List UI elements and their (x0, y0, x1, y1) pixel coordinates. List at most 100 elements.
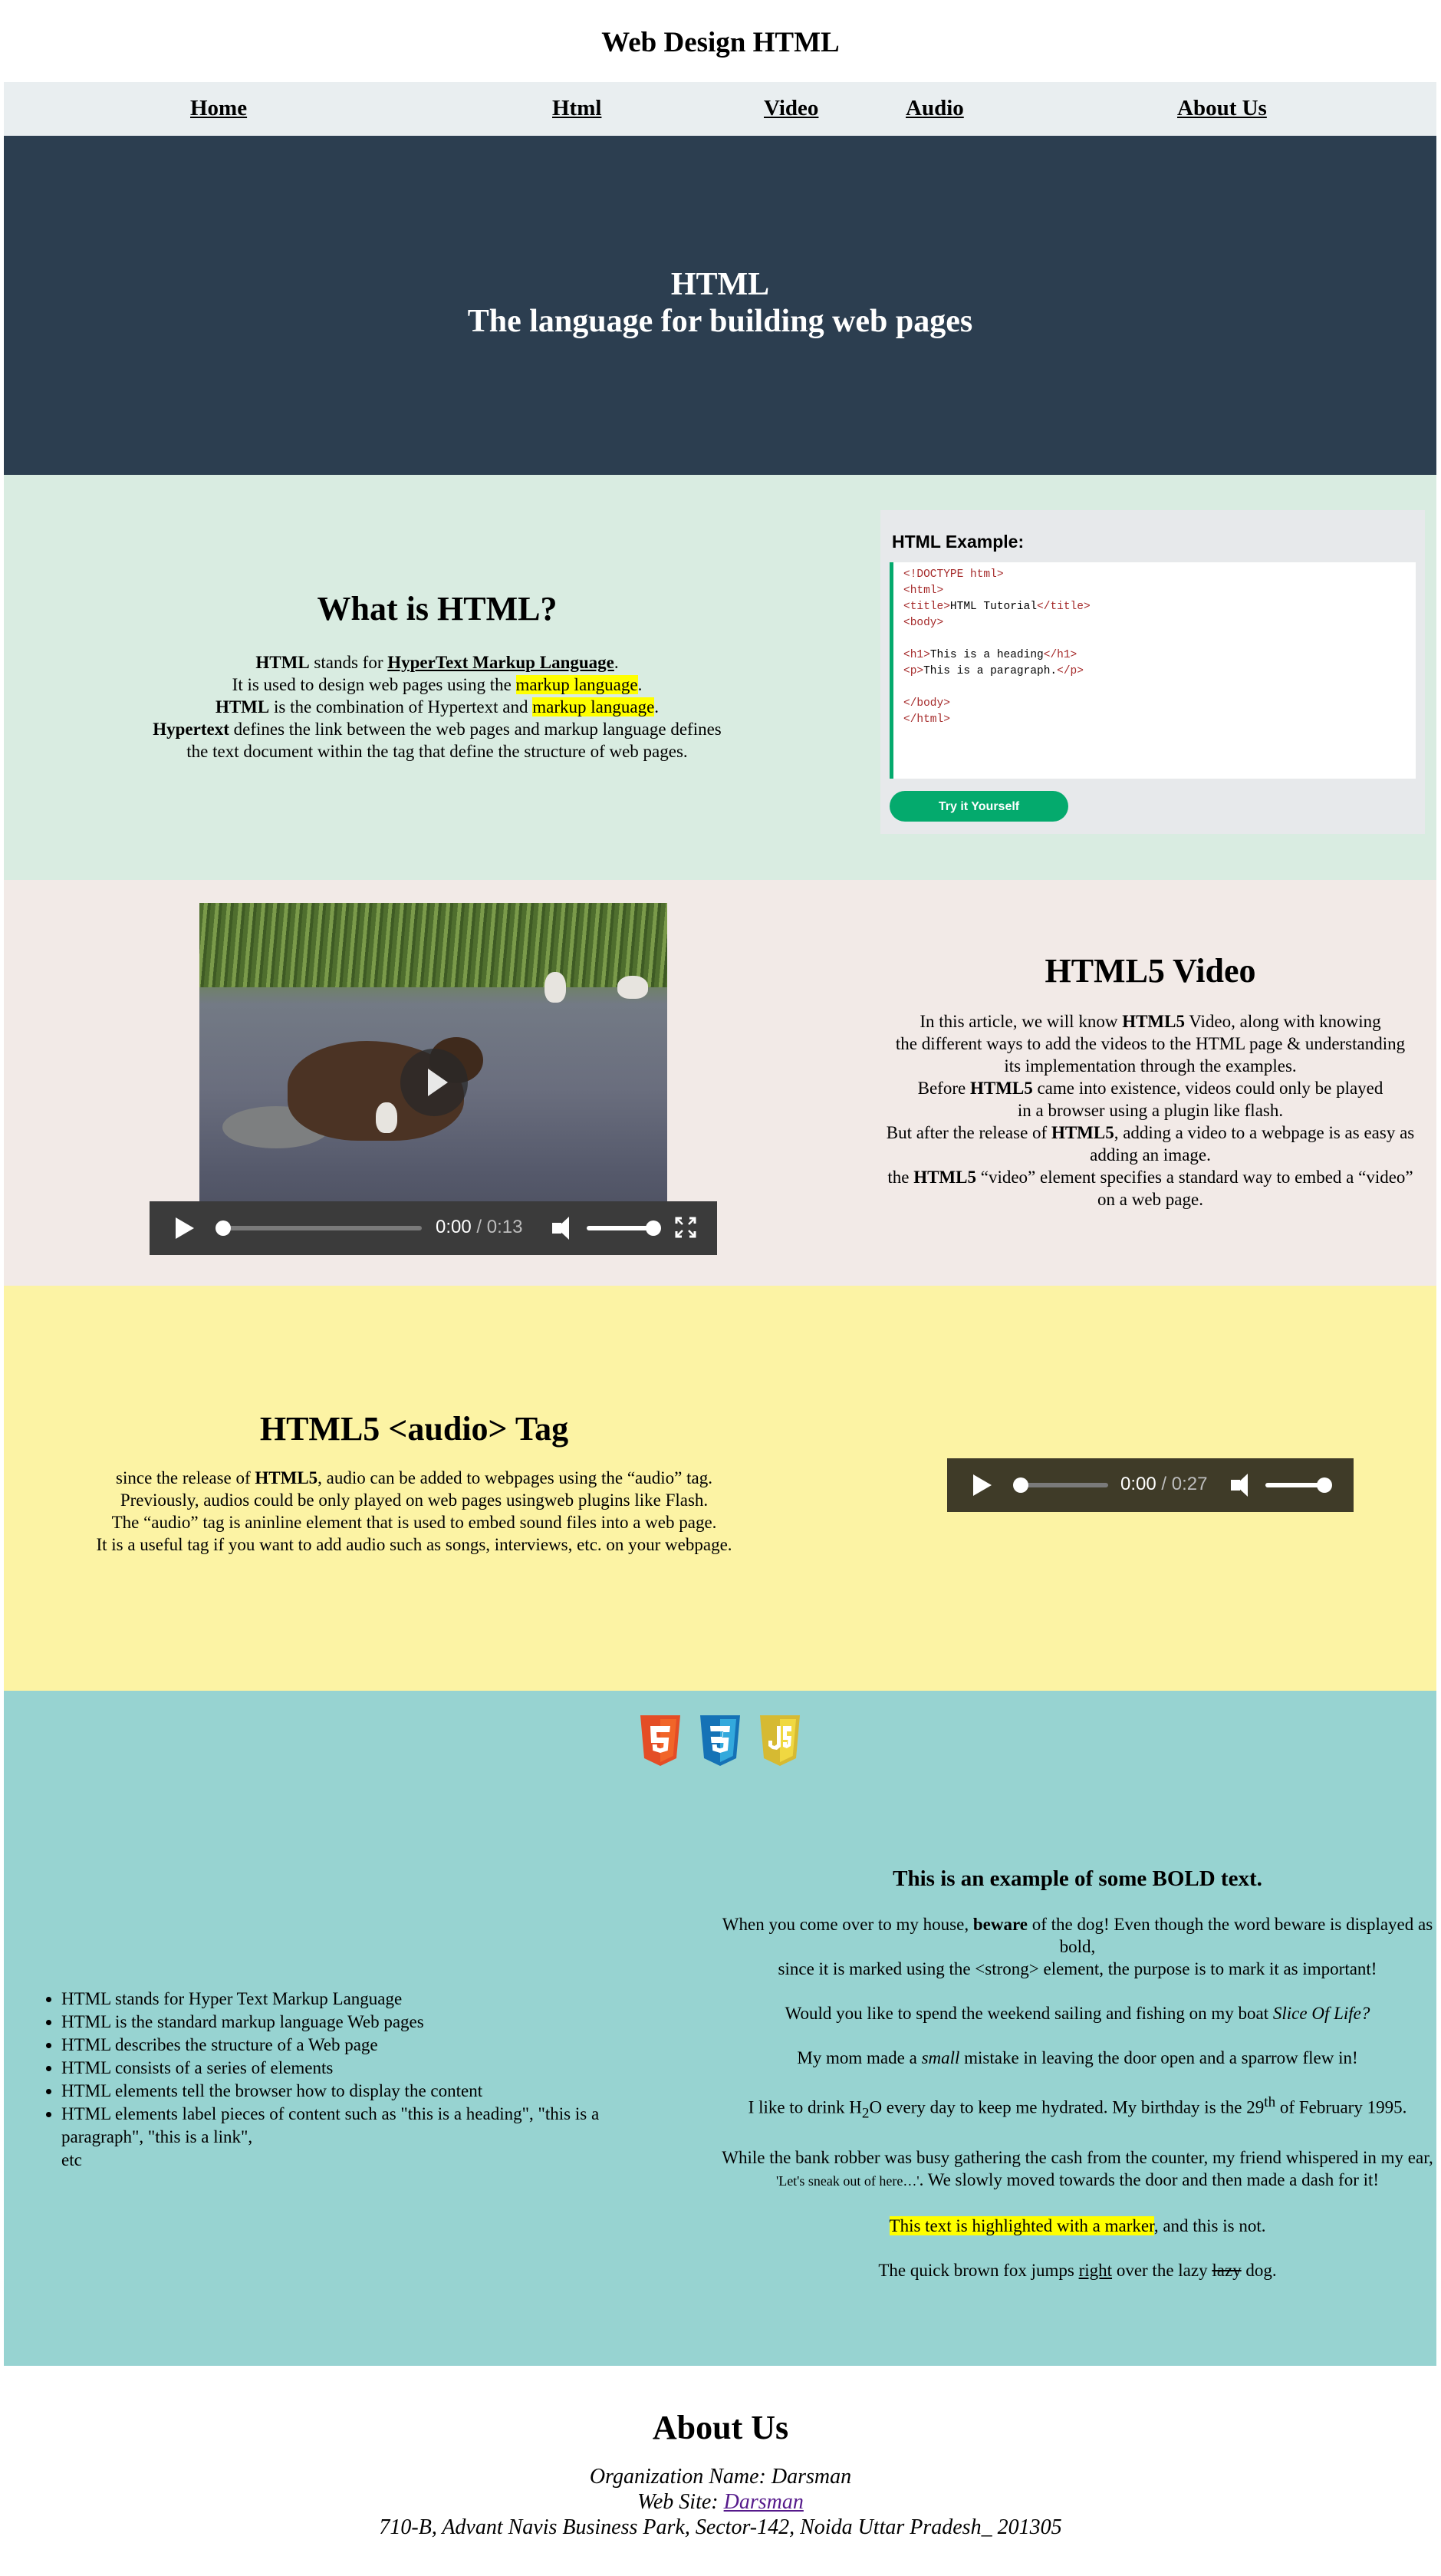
org-name: Organization Name: Darsman (589, 2465, 852, 2489)
what-line-3: HTML is the combination of Hypertext and… (215, 697, 660, 716)
nav-video-link[interactable]: Video (764, 96, 818, 121)
nav-about-link[interactable]: About Us (1177, 96, 1267, 121)
what-line-1: HTML stands for HyperText Markup Languag… (255, 653, 619, 672)
video-section: 0:00 / 0:13 HTML5 Video In this article,… (4, 880, 1436, 1286)
list-trailing-text: etc (61, 2150, 82, 2169)
audio-para-line: since the release of HTML5, audio can be… (116, 1468, 712, 1487)
video-text: HTML5 Video In this article, we will kno… (863, 950, 1438, 1211)
audio-progress-knob[interactable] (1013, 1477, 1028, 1493)
audio-volume-icon[interactable] (1231, 1474, 1248, 1497)
list-item: HTML elements label pieces of content su… (61, 2103, 671, 2149)
javascript-logo-icon (760, 1715, 800, 1766)
sub-sup-example: I like to drink H2O every day to keep me… (748, 2094, 1407, 2122)
video-para-line: adding an image. (1090, 1145, 1211, 1164)
video-seagull (617, 976, 648, 999)
nav-html-link[interactable]: Html (552, 96, 601, 121)
about-section: About Us Organization Name: Darsman Web … (0, 2409, 1441, 2540)
text-formatting-examples: This is an example of some BOLD text. Wh… (721, 1866, 1434, 2304)
audio-heading: HTML5 <audio> Tag (259, 1410, 569, 1448)
site-title: Web Design HTML (601, 27, 840, 58)
list-item: HTML stands for Hyper Text Markup Langua… (61, 1988, 671, 2011)
audio-para-line: The “audio” tag is aninline element that… (111, 1513, 717, 1532)
what-heading: What is HTML? (317, 590, 558, 628)
video-para-line: in a browser using a plugin like flash. (1017, 1101, 1284, 1120)
video-volume-icon[interactable] (552, 1217, 569, 1240)
audio-play-icon[interactable] (973, 1474, 992, 1496)
video-volume-knob[interactable] (646, 1220, 661, 1236)
nav-home-link[interactable]: Home (190, 96, 247, 121)
video-player[interactable] (199, 903, 667, 1240)
video-para-line: the HTML5 “video” element specifies a st… (887, 1168, 1413, 1187)
code-line: <title>HTML Tutorial</title> (903, 601, 1091, 613)
video-heading: HTML5 Video (1045, 952, 1256, 990)
code-line: <!DOCTYPE html> (903, 568, 1004, 581)
audio-volume-knob[interactable] (1317, 1477, 1332, 1493)
video-time: 0:00 / 0:13 (436, 1217, 523, 1237)
code-block: <!DOCTYPE html> <html> <title>HTML Tutoria… (890, 562, 1416, 779)
video-para-line: In this article, we will know HTML5 Vide… (920, 1012, 1381, 1031)
code-line: <h1>This is a heading</h1> (903, 649, 1077, 661)
video-play-icon[interactable] (176, 1217, 194, 1239)
grass-background (199, 903, 667, 987)
hero-subtitle: The language for building web pages (467, 304, 973, 339)
nav-audio-link[interactable]: Audio (906, 96, 964, 121)
html-example-card: HTML Example: <!DOCTYPE html> <html> <titl… (880, 510, 1425, 834)
css3-logo-icon (700, 1715, 740, 1766)
video-progress-knob[interactable] (215, 1220, 231, 1236)
hero-title: HTML (670, 267, 770, 302)
video-para-line: its implementation through the examples. (1004, 1056, 1297, 1076)
what-is-html-section: What is HTML? HTML stands for HyperText … (4, 475, 1436, 880)
website-link[interactable]: Darsman (724, 2490, 804, 2514)
example-title: HTML Example: (892, 532, 1025, 552)
html-facts-list: HTML stands for Hyper Text Markup Langua… (27, 1988, 671, 2172)
audio-player: 0:00 / 0:27 (947, 1458, 1354, 1512)
mark-example: This text is highlighted with a marker, … (889, 2216, 1266, 2236)
code-line: </body> (903, 697, 950, 710)
list-item: HTML describes the structure of a Web pa… (61, 2034, 671, 2057)
strong-example: When you come over to my house, beware o… (722, 1915, 1433, 1978)
video-para-line: But after the release of HTML5, adding a… (886, 1123, 1415, 1142)
main-nav: Home Html Video Audio About Us (4, 82, 1436, 136)
video-seagull (376, 1102, 397, 1133)
hero-banner: HTML The language for building web pages (4, 136, 1436, 475)
audio-para-line: It is a useful tag if you want to add au… (96, 1535, 732, 1554)
video-para-line: Before HTML5 came into existence, videos… (917, 1079, 1383, 1098)
what-line-5: the text document within the tag that de… (186, 742, 688, 761)
code-line: <body> (903, 617, 944, 629)
cite-example: Would you like to spend the weekend sail… (785, 2004, 1370, 2023)
fullscreen-icon[interactable] (675, 1217, 696, 1238)
about-heading: About Us (652, 2409, 789, 2446)
content-section: HTML stands for Hyper Text Markup Langua… (4, 1691, 1436, 2366)
what-is-html-text: What is HTML? HTML stands for HyperText … (96, 588, 778, 763)
try-it-yourself-button[interactable]: Try it Yourself (890, 791, 1068, 822)
html5-logo-icon (640, 1715, 680, 1766)
code-line: <html> (903, 585, 944, 597)
video-progress-track[interactable] (219, 1226, 422, 1230)
audio-time: 0:00 / 0:27 (1120, 1474, 1208, 1494)
audio-section: HTML5 <audio> Tag since the release of H… (4, 1286, 1436, 1691)
code-line: <p>This is a paragraph.</p> (903, 665, 1084, 677)
audio-para-line: Previously, audios could be only played … (120, 1491, 709, 1510)
bold-heading: This is an example of some BOLD text. (893, 1866, 1262, 1891)
what-line-2: It is used to design web pages using the… (232, 675, 643, 694)
video-para-line: the different ways to add the videos to … (895, 1034, 1406, 1053)
address: 710-B, Advant Navis Business Park, Secto… (379, 2515, 1062, 2539)
quote-example: While the bank robber was busy gathering… (722, 2148, 1433, 2190)
video-controls: 0:00 / 0:13 (150, 1201, 717, 1255)
video-para-line: on a web page. (1097, 1190, 1203, 1209)
list-item: HTML is the standard markup language Web… (61, 2011, 671, 2034)
video-seagull (544, 972, 566, 1003)
code-line: </html> (903, 713, 950, 726)
audio-progress-track[interactable] (1016, 1483, 1108, 1487)
list-item: HTML consists of a series of elements (61, 2057, 671, 2080)
facts-ul: HTML stands for Hyper Text Markup Langua… (27, 1988, 671, 2149)
code-lines: <!DOCTYPE html> <html> <title>HTML Tutoria… (903, 567, 1091, 728)
em-example: My mom made a small mistake in leaving t… (797, 2048, 1358, 2067)
video-play-overlay-icon[interactable] (400, 1049, 468, 1116)
website-line: Web Site: Darsman (637, 2490, 804, 2514)
ins-del-example: The quick brown fox jumps right over the… (878, 2261, 1277, 2281)
what-line-4: Hypertext defines the link between the w… (153, 720, 722, 739)
list-item: HTML elements tell the browser how to di… (61, 2080, 671, 2103)
